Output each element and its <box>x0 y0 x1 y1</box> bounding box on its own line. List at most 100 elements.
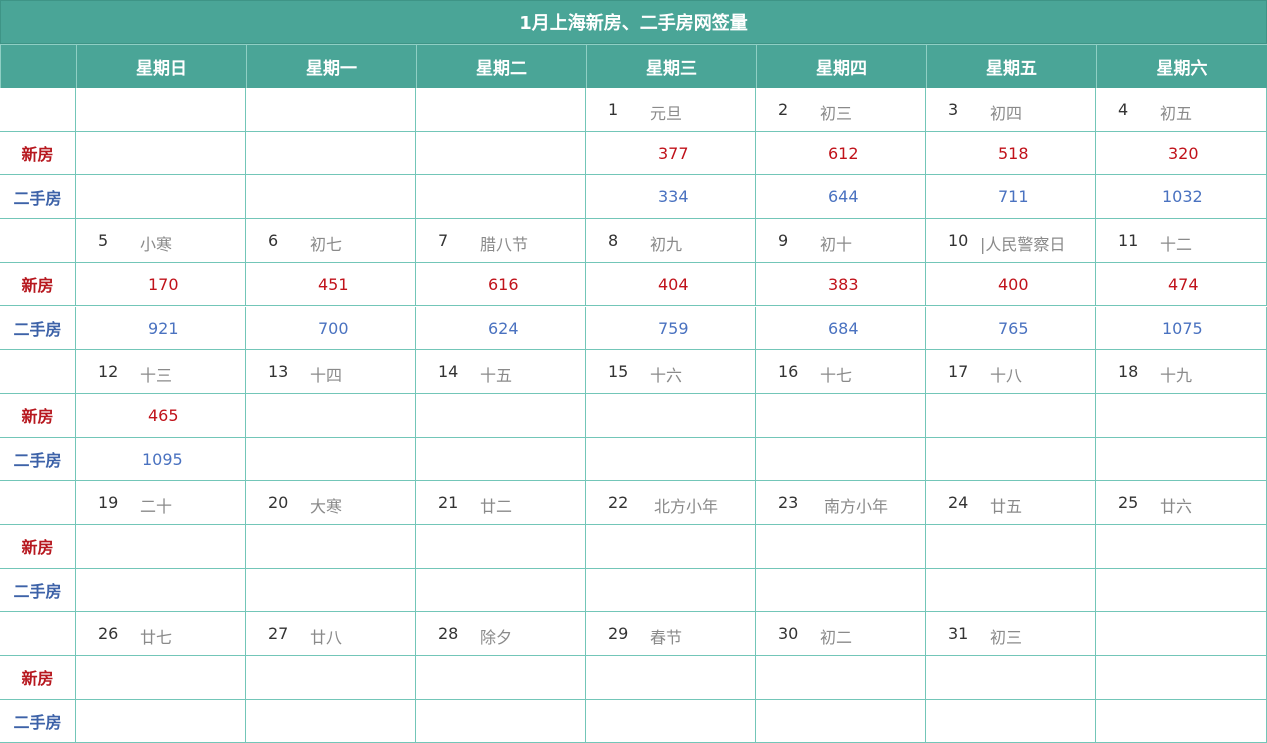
day-number: 23 <box>778 493 799 513</box>
row-label-new: 新房 <box>0 525 76 569</box>
row-label-date <box>0 88 76 132</box>
weekday-header: 星期二 <box>416 44 586 88</box>
new-home-value: 404 <box>658 274 689 294</box>
calendar-cell <box>926 525 1096 569</box>
lunar-label: 十七 <box>820 366 853 386</box>
new-home-value: 377 <box>658 143 689 163</box>
day-number: 15 <box>608 362 629 382</box>
day-number: 11 <box>1118 231 1139 251</box>
secondhand-value: 1032 <box>1162 187 1203 207</box>
day-number: 13 <box>268 362 289 382</box>
lunar-label: 十三 <box>140 366 173 386</box>
calendar-cell <box>586 393 756 438</box>
calendar-cell <box>246 525 416 569</box>
day-number: 10 <box>948 231 969 251</box>
day-number: 17 <box>948 362 969 382</box>
day-number: 30 <box>778 624 799 644</box>
calendar-cell <box>246 568 416 613</box>
lunar-label: 十四 <box>310 366 343 386</box>
calendar-cell <box>76 699 246 743</box>
lunar-label: 廿七 <box>140 628 173 648</box>
row-label-secondhand: 二手房 <box>0 699 76 743</box>
secondhand-value: 765 <box>998 318 1029 338</box>
calendar-cell <box>416 437 586 482</box>
new-home-value: 465 <box>148 405 179 425</box>
day-number: 9 <box>778 231 789 251</box>
secondhand-value: 700 <box>318 318 349 338</box>
secondhand-value: 1075 <box>1162 318 1203 338</box>
weekday-header: 星期一 <box>246 44 416 88</box>
day-number: 3 <box>948 100 959 119</box>
calendar-cell <box>756 525 926 569</box>
day-number: 4 <box>1118 100 1129 119</box>
new-home-value: 170 <box>148 274 179 294</box>
day-number: 29 <box>608 624 629 644</box>
day-number: 31 <box>948 624 969 644</box>
lunar-label: 十六 <box>650 366 683 386</box>
new-home-value: 474 <box>1168 274 1199 294</box>
calendar-cell <box>416 88 586 132</box>
weekday-header: 星期五 <box>926 44 1096 88</box>
day-number: 22 <box>608 493 629 513</box>
day-number: 28 <box>438 624 459 644</box>
secondhand-value: 711 <box>998 187 1029 207</box>
calendar-cell <box>76 175 246 220</box>
lunar-label: 大寒 <box>310 497 343 517</box>
lunar-label: 初二 <box>820 628 853 648</box>
calendar-cell <box>76 656 246 700</box>
day-number: 5 <box>98 231 109 251</box>
calendar-cell <box>1096 393 1267 438</box>
new-home-value: 320 <box>1168 143 1199 163</box>
calendar-cell <box>756 437 926 482</box>
calendar-cell <box>416 699 586 743</box>
row-label-secondhand: 二手房 <box>0 568 76 613</box>
calendar-cell <box>416 393 586 438</box>
calendar-cell <box>1096 612 1267 657</box>
day-number: 6 <box>268 231 279 251</box>
calendar-cell <box>756 568 926 613</box>
lunar-label: 北方小年 <box>654 497 719 517</box>
row-label-date <box>0 219 76 263</box>
new-home-value: 518 <box>998 143 1029 163</box>
lunar-label: 初九 <box>650 235 683 255</box>
lunar-label: 廿五 <box>990 497 1023 517</box>
lunar-label: 春节 <box>650 628 683 648</box>
lunar-label: 初十 <box>820 235 853 255</box>
day-number: 12 <box>98 362 119 382</box>
secondhand-value: 624 <box>488 318 519 338</box>
calendar-cell <box>246 131 416 176</box>
secondhand-value: 921 <box>148 318 179 338</box>
new-home-value: 400 <box>998 274 1029 294</box>
lunar-label: 十二 <box>1160 235 1193 255</box>
secondhand-value: 684 <box>828 318 859 338</box>
calendar-cell <box>1096 699 1267 743</box>
calendar-cell <box>586 525 756 569</box>
calendar-title: 1月上海新房、二手房网签量 <box>0 0 1267 44</box>
secondhand-value: 1095 <box>142 449 183 469</box>
calendar-cell <box>416 568 586 613</box>
calendar-cell <box>76 88 246 132</box>
row-label-new: 新房 <box>0 656 76 700</box>
row-label-new: 新房 <box>0 262 76 307</box>
calendar-cell <box>1096 437 1267 482</box>
day-number: 26 <box>98 624 119 644</box>
lunar-label: 十九 <box>1160 366 1193 386</box>
day-number: 16 <box>778 362 799 382</box>
lunar-label: 廿八 <box>310 628 343 648</box>
calendar-cell <box>76 131 246 176</box>
lunar-label: 十五 <box>480 366 513 386</box>
new-home-value: 616 <box>488 274 519 294</box>
lunar-label: 二十 <box>140 497 173 517</box>
lunar-label: |人民警察日 <box>980 235 1066 255</box>
calendar-cell <box>416 131 586 176</box>
calendar-cell <box>246 88 416 132</box>
day-number: 25 <box>1118 493 1139 513</box>
calendar-cell <box>756 656 926 700</box>
calendar-cell <box>586 699 756 743</box>
row-label-new: 新房 <box>0 393 76 438</box>
calendar-cell <box>416 175 586 220</box>
row-label-date <box>0 481 76 525</box>
secondhand-value: 759 <box>658 318 689 338</box>
calendar-cell <box>926 656 1096 700</box>
weekday-header: 星期六 <box>1096 44 1267 88</box>
